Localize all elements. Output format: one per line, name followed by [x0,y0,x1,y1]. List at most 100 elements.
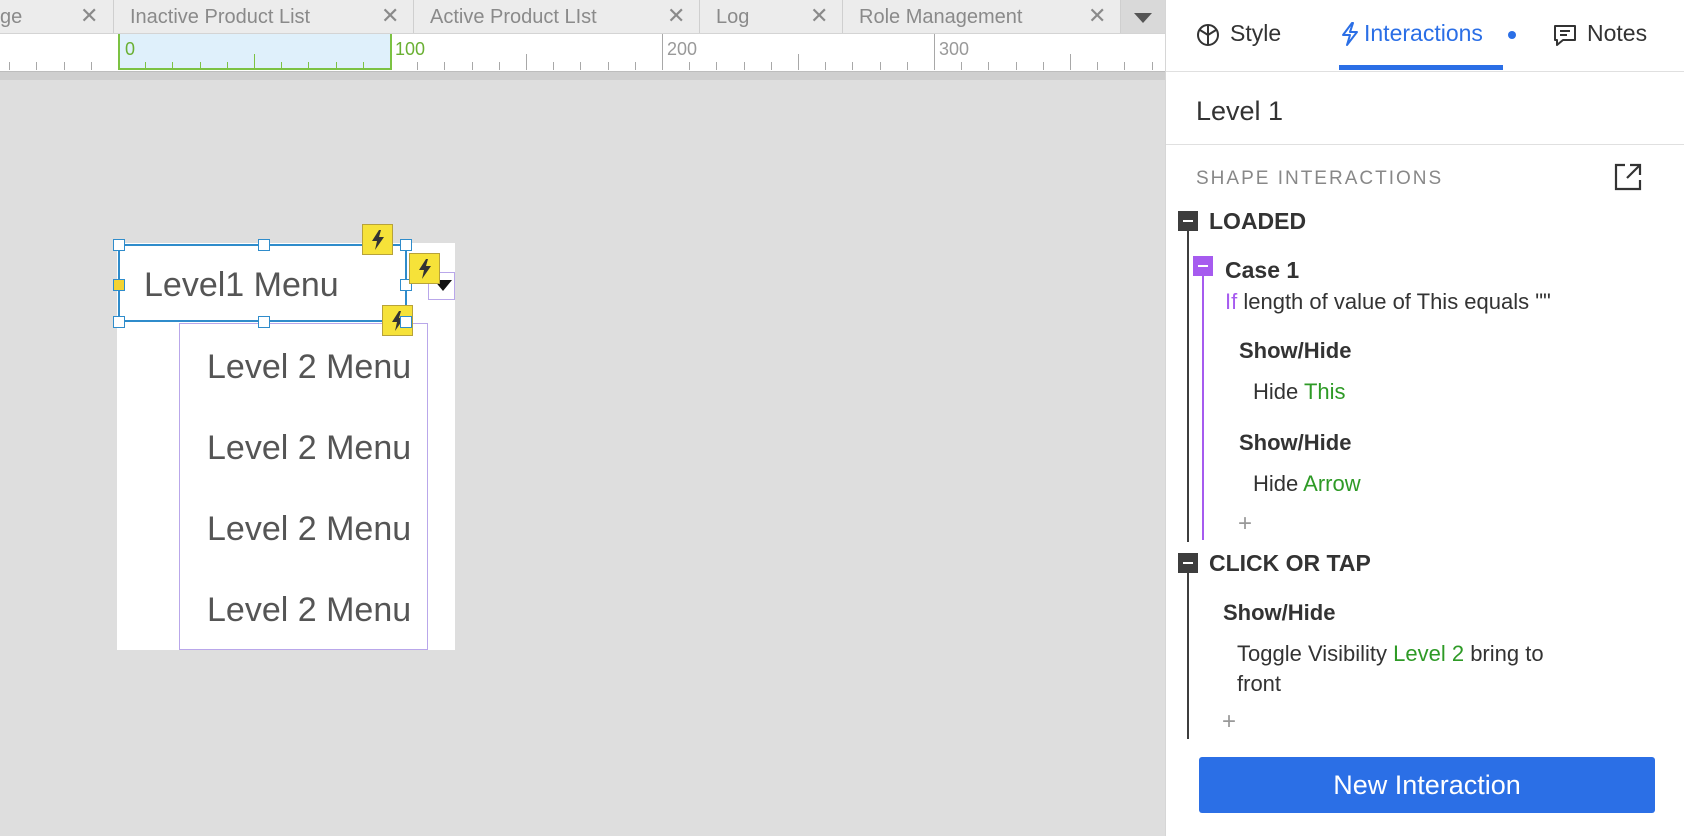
action-detail[interactable]: Hide This [1253,379,1346,405]
close-icon[interactable]: ✕ [80,3,98,29]
level1-menu-selected[interactable]: Level1 Menu [118,244,407,322]
level2-menu-item[interactable]: Level 2 Menu [207,429,411,468]
resize-handle-bottom[interactable] [258,316,270,328]
action-detail[interactable]: Hide Arrow [1253,471,1361,497]
action-target: This [1303,379,1346,404]
resize-handle-top[interactable] [258,239,270,251]
action-detail-continued[interactable]: front [1237,671,1281,697]
ruler-tick [254,54,255,70]
ruler-tick [798,54,799,70]
section-title: SHAPE INTERACTIONS [1196,168,1444,189]
ruler-tick [880,62,881,70]
event-click-line [1187,573,1189,739]
document-tab-bar: ge ✕ Inactive Product List ✕ Active Prod… [0,0,1165,34]
tab-inactive-product-list[interactable]: Inactive Product List ✕ [114,0,414,33]
ruler-shadow [0,72,1165,80]
tab-interactions[interactable]: Interactions [1339,20,1509,50]
level2-menu-item[interactable]: Level 2 Menu [207,591,411,630]
action-title[interactable]: Show/Hide [1239,338,1351,364]
close-icon[interactable]: ✕ [1088,3,1106,29]
ruler-tick [716,62,717,70]
level2-menu-item[interactable]: Level 2 Menu [207,348,411,387]
popout-icon[interactable] [1613,162,1643,197]
tab-label: Inactive Product List [130,6,311,28]
action-verb: Hide [1253,379,1304,404]
new-interaction-button[interactable]: New Interaction [1199,757,1655,813]
tab-active-product-list[interactable]: Active Product LIst ✕ [414,0,700,33]
ruler-tick [689,62,690,70]
notes-icon [1554,25,1576,46]
collapse-case-toggle[interactable] [1193,256,1213,276]
ruler-tick [934,34,935,70]
ruler-tick [852,62,853,70]
resize-handle-bottom-right[interactable] [400,316,412,328]
ruler-tick [771,62,772,70]
action-title[interactable]: Show/Hide [1223,600,1335,626]
ruler-tick [744,62,745,70]
resize-handle-top-right[interactable] [400,239,412,251]
tab-overflow-dropdown[interactable] [1121,0,1165,33]
case-label[interactable]: Case 1 [1225,257,1299,284]
ruler-tick [580,62,581,70]
ruler-tick [1097,62,1098,70]
resize-handle-top-left[interactable] [113,239,125,251]
style-icon [1197,24,1219,46]
canvas-area: ge ✕ Inactive Product List ✕ Active Prod… [0,0,1165,836]
tab-notes[interactable]: Notes [1552,20,1662,50]
add-action-button[interactable]: + [1238,510,1252,538]
divider [1166,144,1684,145]
action-title[interactable]: Show/Hide [1239,430,1351,456]
event-loaded-line [1187,231,1189,542]
tab-interactions-label: Interactions [1364,20,1483,46]
tab-label: ge [0,6,23,28]
ruler-tick [308,62,309,70]
ruler-tick [1070,54,1071,70]
tab-role-management[interactable]: Role Management ✕ [843,0,1121,33]
ruler-tick [1124,62,1125,70]
active-tab-underline [1339,65,1503,70]
ruler-tick [64,62,65,70]
inspector-panel: Style Interactions Notes Level 1 SHAPE I… [1165,0,1684,836]
ruler-tick [417,62,418,70]
ruler-tick [227,62,228,70]
resize-handle-bottom-left[interactable] [113,316,125,328]
ruler-tick [1152,62,1153,70]
ruler-tick [9,62,10,70]
case-condition[interactable]: If length of value of This equals "" [1225,289,1551,315]
level2-menu-item[interactable]: Level 2 Menu [207,510,411,549]
ruler-label-100: 100 [395,39,426,59]
ruler-tick [662,34,663,70]
ruler-tick [444,62,445,70]
tab-style[interactable]: Style [1196,20,1296,50]
tab-page[interactable]: ge ✕ [0,0,114,33]
condition-text: length of value of This equals "" [1237,289,1551,314]
add-action-button[interactable]: + [1222,708,1236,736]
ruler-label-200: 200 [667,39,698,59]
collapse-loaded-toggle[interactable] [1178,211,1198,231]
level2-menu-panel[interactable]: Level 2 Menu Level 2 Menu Level 2 Menu L… [179,323,428,650]
tab-log[interactable]: Log ✕ [700,0,843,33]
event-loaded-label: LOADED [1209,208,1307,234]
ruler-tick [961,62,962,70]
close-icon[interactable]: ✕ [667,3,685,29]
ruler-tick [336,62,337,70]
level1-menu-label: Level1 Menu [144,266,339,304]
interaction-badge[interactable] [409,253,440,284]
ruler-tick [988,62,989,70]
action-verb: Hide [1253,471,1304,496]
close-icon[interactable]: ✕ [381,3,399,29]
interaction-badge[interactable] [362,224,393,255]
ruler-tick [1016,62,1017,70]
resize-handle-left[interactable] [113,279,125,291]
tab-label: Role Management [859,6,1023,28]
ruler-tick [499,62,500,70]
unsaved-dot [1508,31,1516,39]
ruler-tick [907,62,908,70]
action-detail[interactable]: Toggle Visibility Level 2 bring to [1237,641,1544,667]
widget-name-field[interactable]: Level 1 [1196,96,1283,127]
action-suffix: bring to [1464,641,1544,666]
collapse-click-toggle[interactable] [1178,553,1198,573]
ruler-tick [608,62,609,70]
ruler-label-300: 300 [939,39,970,59]
close-icon[interactable]: ✕ [810,3,828,29]
